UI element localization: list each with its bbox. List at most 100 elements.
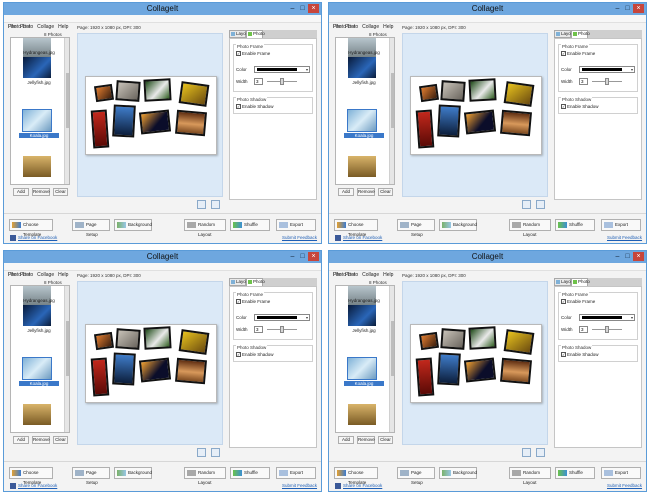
menu-collage[interactable]: Collage — [362, 24, 379, 30]
file-name-hydrangeas[interactable]: Hydrangeas.jpg — [19, 50, 59, 55]
submit-feedback-link[interactable]: Submit Feedback — [607, 235, 642, 240]
shuffle-button[interactable]: Shuffle — [555, 219, 595, 231]
random-layout-button[interactable]: Random Layout — [509, 219, 551, 237]
random-layout-button[interactable]: Random Layout — [509, 467, 551, 485]
file-name-jellyfish[interactable]: Jellyfish.jpg — [344, 328, 384, 333]
remove-button[interactable]: Remove — [357, 436, 375, 444]
file-name-hydrangeas[interactable]: Hydrangeas.jpg — [344, 50, 384, 55]
menu-help[interactable]: Help — [58, 272, 68, 278]
frame-width-input[interactable]: 3 — [579, 78, 588, 85]
photo-list-scrollbar[interactable] — [64, 38, 69, 184]
enable-shadow-checkbox[interactable]: ✓ Enable Shadow — [561, 104, 599, 110]
page-setup-button[interactable]: Page Setup — [72, 219, 110, 237]
remove-button[interactable]: Remove — [32, 436, 50, 444]
collage-photo[interactable] — [437, 352, 461, 386]
thumbnail-hydrangeas[interactable] — [348, 38, 376, 59]
remove-button[interactable]: Remove — [32, 188, 50, 196]
clear-button[interactable]: Clear — [378, 188, 393, 196]
collage-photo[interactable] — [93, 83, 115, 103]
maximize-button[interactable]: □ — [298, 4, 307, 13]
minimize-button[interactable]: – — [613, 252, 622, 261]
collage-canvas[interactable] — [402, 33, 548, 197]
slider-handle[interactable] — [280, 326, 284, 333]
file-name-jellyfish[interactable]: Jellyfish.jpg — [19, 80, 59, 85]
shuffle-button[interactable]: Shuffle — [230, 467, 270, 479]
minimize-button[interactable]: – — [288, 252, 297, 261]
collage-photo[interactable] — [175, 109, 207, 137]
file-name-jellyfish[interactable]: Jellyfish.jpg — [19, 328, 59, 333]
photo-list-scrollbar[interactable] — [64, 286, 69, 432]
clear-button[interactable]: Clear — [378, 436, 393, 444]
remove-button[interactable]: Remove — [357, 188, 375, 196]
share-facebook-link[interactable]: Share on Facebook — [18, 483, 57, 488]
thumbnail-jellyfish[interactable] — [348, 305, 376, 326]
collage-photo[interactable] — [500, 357, 532, 385]
share-facebook-link[interactable]: Share on Facebook — [18, 235, 57, 240]
facebook-icon[interactable] — [10, 235, 16, 241]
shuffle-button[interactable]: Shuffle — [555, 467, 595, 479]
frame-width-input[interactable]: 3 — [254, 326, 263, 333]
file-name-koala[interactable]: Koala.jpg — [19, 381, 59, 386]
file-name-koala[interactable]: Koala.jpg — [19, 133, 59, 138]
collage-canvas[interactable] — [77, 281, 223, 445]
file-name-hydrangeas[interactable]: Hydrangeas.jpg — [344, 298, 384, 303]
collage-canvas[interactable] — [77, 33, 223, 197]
thumbnail-koala[interactable] — [348, 358, 376, 379]
frame-color-select[interactable]: ▾ — [579, 66, 635, 73]
fit-page-icon[interactable] — [197, 448, 206, 457]
background-button[interactable]: Background — [114, 467, 152, 479]
frame-color-select[interactable]: ▾ — [254, 66, 310, 73]
photo-list[interactable]: Hydrangeas.jpg Jellyfish.jpg Koala.jpg — [335, 285, 395, 433]
collage-page[interactable] — [85, 324, 217, 403]
collage-photo[interactable] — [418, 331, 440, 351]
maximize-button[interactable]: □ — [623, 252, 632, 261]
collage-photo[interactable] — [503, 81, 535, 107]
thumbnail-hydrangeas[interactable] — [348, 286, 376, 307]
shuffle-button[interactable]: Shuffle — [230, 219, 270, 231]
enable-shadow-checkbox[interactable]: ✓ Enable Shadow — [236, 352, 274, 358]
collage-photo[interactable] — [93, 331, 115, 351]
menu-collage[interactable]: Collage — [37, 24, 54, 30]
collage-photo[interactable] — [112, 104, 136, 138]
add-button[interactable]: Add — [13, 436, 29, 444]
file-name-koala[interactable]: Koala.jpg — [344, 133, 384, 138]
page-setup-button[interactable]: Page Setup — [72, 467, 110, 485]
collage-photo[interactable] — [143, 326, 172, 350]
thumbnail-koala[interactable] — [23, 358, 51, 379]
menu-collage[interactable]: Collage — [362, 272, 379, 278]
share-facebook-link[interactable]: Share on Facebook — [343, 483, 382, 488]
collage-photo[interactable] — [415, 109, 435, 149]
photo-list[interactable]: Hydrangeas.jpg Jellyfish.jpg Koala.jpg — [10, 285, 70, 433]
facebook-icon[interactable] — [10, 483, 16, 489]
choose-template-button[interactable]: Choose Template — [334, 467, 378, 485]
thumbnail-jellyfish[interactable] — [23, 57, 51, 78]
submit-feedback-link[interactable]: Submit Feedback — [282, 235, 317, 240]
close-button[interactable]: × — [308, 252, 319, 261]
enable-frame-checkbox[interactable]: ✓ Enable Frame — [236, 299, 270, 305]
tab-photo[interactable]: Photo — [246, 278, 265, 286]
collage-photo[interactable] — [500, 109, 532, 137]
zoom-icon[interactable] — [211, 200, 220, 209]
random-layout-button[interactable]: Random Layout — [184, 467, 226, 485]
file-name-koala[interactable]: Koala.jpg — [344, 381, 384, 386]
thumbnail-hydrangeas[interactable] — [23, 286, 51, 307]
enable-shadow-checkbox[interactable]: ✓ Enable Shadow — [236, 104, 274, 110]
tab-photo[interactable]: Photo — [246, 30, 265, 38]
thumbnail-desert[interactable] — [23, 156, 51, 177]
photo-list[interactable]: Hydrangeas.jpg Jellyfish.jpg Koala.jpg — [335, 37, 395, 185]
export-button[interactable]: Export — [601, 467, 641, 479]
add-button[interactable]: Add — [338, 436, 354, 444]
choose-template-button[interactable]: Choose Template — [9, 467, 53, 485]
collage-photo[interactable] — [503, 329, 535, 355]
enable-frame-checkbox[interactable]: ✓ Enable Frame — [561, 299, 595, 305]
thumbnail-hydrangeas[interactable] — [23, 38, 51, 59]
collage-page[interactable] — [410, 76, 542, 155]
maximize-button[interactable]: □ — [298, 252, 307, 261]
collage-photo[interactable] — [178, 329, 210, 355]
collage-photo[interactable] — [90, 109, 110, 149]
zoom-icon[interactable] — [536, 200, 545, 209]
menu-help[interactable]: Help — [58, 24, 68, 30]
thumbnail-jellyfish[interactable] — [348, 57, 376, 78]
file-name-jellyfish[interactable]: Jellyfish.jpg — [344, 80, 384, 85]
collage-photo[interactable] — [437, 104, 461, 138]
